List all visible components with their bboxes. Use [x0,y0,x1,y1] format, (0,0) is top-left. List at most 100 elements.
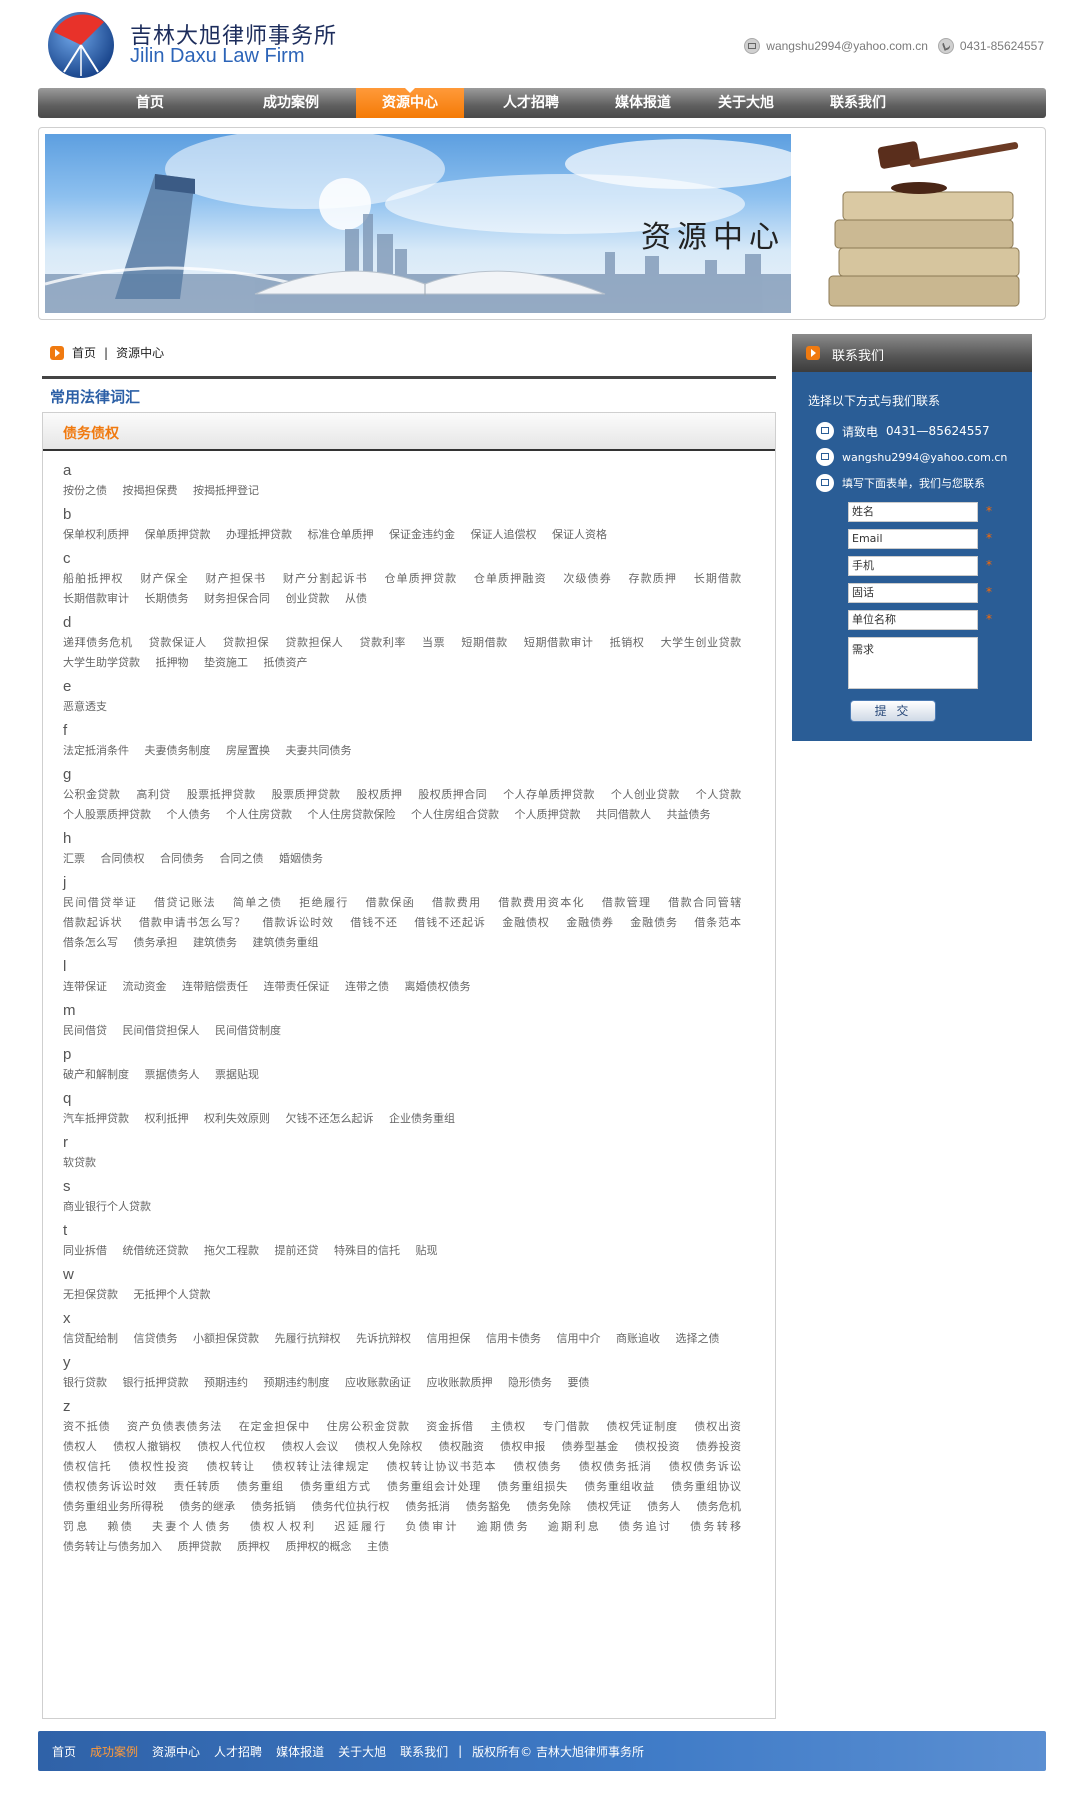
glossary-term-link[interactable]: 公积金贷款 [63,788,120,801]
glossary-term-link[interactable]: 信用卡债务 [486,1332,541,1345]
glossary-term-link[interactable]: 债权融资 [439,1440,485,1453]
firm-logo-icon[interactable] [46,10,116,80]
glossary-term-link[interactable]: 债务重组损失 [497,1480,568,1493]
glossary-term-link[interactable]: 主债权 [490,1420,526,1433]
glossary-term-link[interactable]: 当票 [422,636,445,649]
glossary-term-link[interactable]: 合同债权 [101,852,145,865]
glossary-term-link[interactable]: 债务重组方式 [300,1480,371,1493]
glossary-term-link[interactable]: 金融债券 [566,916,614,929]
glossary-term-link[interactable]: 合同债务 [160,852,204,865]
glossary-term-link[interactable]: 商业银行个人贷款 [63,1200,151,1213]
glossary-term-link[interactable]: 拒绝履行 [299,896,349,909]
glossary-term-link[interactable]: 债务代位执行权 [311,1500,389,1513]
submit-button[interactable]: 提 交 [850,700,936,722]
glossary-term-link[interactable]: 预期违约制度 [264,1376,330,1389]
glossary-term-link[interactable]: 汇票 [63,852,85,865]
glossary-term-link[interactable]: 债务重组协议 [671,1480,741,1493]
glossary-term-link[interactable]: 统借统还贷款 [123,1244,189,1257]
glossary-term-link[interactable]: 信用担保 [427,1332,471,1345]
glossary-term-link[interactable]: 债务承担 [134,936,178,949]
glossary-term-link[interactable]: 民间借贷举证 [63,896,137,909]
glossary-term-link[interactable]: 无抵押个人贷款 [134,1288,211,1301]
glossary-term-link[interactable]: 股权质押合同 [418,788,487,801]
glossary-term-link[interactable]: 夫妻个人债务 [152,1520,232,1533]
glossary-term-link[interactable]: 罚息 [63,1520,90,1533]
glossary-term-link[interactable]: 隐形债务 [508,1376,552,1389]
glossary-term-link[interactable]: 商账追收 [616,1332,660,1345]
glossary-term-link[interactable]: 保证人资格 [552,528,607,541]
glossary-term-link[interactable]: 标准仓单质押 [308,528,374,541]
glossary-term-link[interactable]: 简单之债 [233,896,283,909]
glossary-term-link[interactable]: 债权凭证 [587,1500,632,1513]
glossary-term-link[interactable]: 同业拆借 [63,1244,107,1257]
glossary-term-link[interactable]: 按揭担保费 [123,484,178,497]
glossary-term-link[interactable]: 借钱不还 [350,916,398,929]
glossary-term-link[interactable]: 长期借款审计 [63,592,129,605]
glossary-term-link[interactable]: 按份之债 [63,484,107,497]
glossary-term-link[interactable]: 财产分割起诉书 [283,572,368,585]
glossary-term-link[interactable]: 贷款担保人 [285,636,343,649]
glossary-term-link[interactable]: 民间借贷担保人 [123,1024,200,1037]
glossary-term-link[interactable]: 债权人权利 [250,1520,317,1533]
glossary-term-link[interactable]: 连带保证 [63,980,107,993]
glossary-term-link[interactable]: 提前还贷 [275,1244,319,1257]
glossary-term-link[interactable]: 抵押物 [156,656,189,669]
glossary-term-link[interactable]: 先诉抗辩权 [356,1332,411,1345]
glossary-term-link[interactable]: 个人质押贷款 [515,808,581,821]
glossary-term-link[interactable]: 抵债资产 [264,656,308,669]
glossary-term-link[interactable]: 合同之债 [220,852,264,865]
glossary-term-link[interactable]: 资金拆借 [426,1420,474,1433]
glossary-term-link[interactable]: 债务豁免 [466,1500,511,1513]
glossary-term-link[interactable]: 民间借贷 [63,1024,107,1037]
glossary-term-link[interactable]: 个人住房贷款保险 [308,808,396,821]
glossary-term-link[interactable]: 赖债 [108,1520,135,1533]
glossary-term-link[interactable]: 在定金担保中 [239,1420,310,1433]
glossary-term-link[interactable]: 债权出资 [694,1420,741,1433]
nav-recruitment[interactable]: 人才招聘 [482,88,580,118]
glossary-term-link[interactable]: 债权人会议 [282,1440,339,1453]
glossary-term-link[interactable]: 贴现 [416,1244,438,1257]
glossary-term-link[interactable]: 责任转质 [173,1480,220,1493]
glossary-term-link[interactable]: 次级债券 [563,572,612,585]
glossary-term-link[interactable]: 高利贷 [136,788,170,801]
glossary-term-link[interactable]: 个人贷款 [696,788,741,801]
email-field[interactable] [848,529,978,549]
glossary-term-link[interactable]: 债权人免除权 [354,1440,422,1453]
footer-link-media[interactable]: 媒体报道 [276,1743,324,1760]
glossary-term-link[interactable]: 创业贷款 [286,592,330,605]
glossary-term-link[interactable]: 财产担保书 [206,572,267,585]
glossary-term-link[interactable]: 债务转让与债务加入 [63,1540,162,1553]
glossary-term-link[interactable]: 软贷款 [63,1156,96,1169]
glossary-term-link[interactable]: 个人存单质押贷款 [503,788,595,801]
glossary-term-link[interactable]: 股权质押 [356,788,402,801]
glossary-term-link[interactable]: 预期违约 [204,1376,248,1389]
glossary-term-link[interactable]: 破产和解制度 [63,1068,129,1081]
glossary-term-link[interactable]: 借贷记账法 [154,896,216,909]
glossary-term-link[interactable]: 贷款担保 [223,636,269,649]
glossary-term-link[interactable]: 保单质押贷款 [145,528,211,541]
glossary-term-link[interactable]: 大学生创业贷款 [661,636,742,649]
glossary-term-link[interactable]: 债券投资 [696,1440,741,1453]
glossary-term-link[interactable]: 财务担保合同 [204,592,270,605]
header-email[interactable]: wangshu2994@yahoo.com.cn [766,39,928,53]
glossary-term-link[interactable]: 信贷配给制 [63,1332,118,1345]
glossary-term-link[interactable]: 特殊目的信托 [334,1244,400,1257]
glossary-term-link[interactable]: 借款费用 [432,896,482,909]
glossary-term-link[interactable]: 债务重组收益 [584,1480,655,1493]
glossary-term-link[interactable]: 债权性投资 [129,1460,190,1473]
footer-link-home[interactable]: 首页 [52,1743,76,1760]
company-field[interactable] [848,610,978,630]
glossary-term-link[interactable]: 债务追讨 [619,1520,672,1533]
glossary-term-link[interactable]: 债务重组业务所得税 [63,1500,164,1513]
glossary-term-link[interactable]: 短期借款审计 [524,636,594,649]
glossary-term-link[interactable]: 法定抵消条件 [63,744,129,757]
glossary-term-link[interactable]: 债务的继承 [179,1500,235,1513]
nav-home[interactable]: 首页 [112,88,188,118]
footer-link-about[interactable]: 关于大旭 [338,1743,386,1760]
glossary-term-link[interactable]: 借款申请书怎么写？ [139,916,246,929]
footer-link-recruitment[interactable]: 人才招聘 [214,1743,262,1760]
nav-resource-center[interactable]: 资源中心 [356,88,464,118]
glossary-term-link[interactable]: 要债 [568,1376,590,1389]
glossary-term-link[interactable]: 资产负债表债务法 [127,1420,222,1433]
glossary-term-link[interactable]: 长期债务 [145,592,189,605]
